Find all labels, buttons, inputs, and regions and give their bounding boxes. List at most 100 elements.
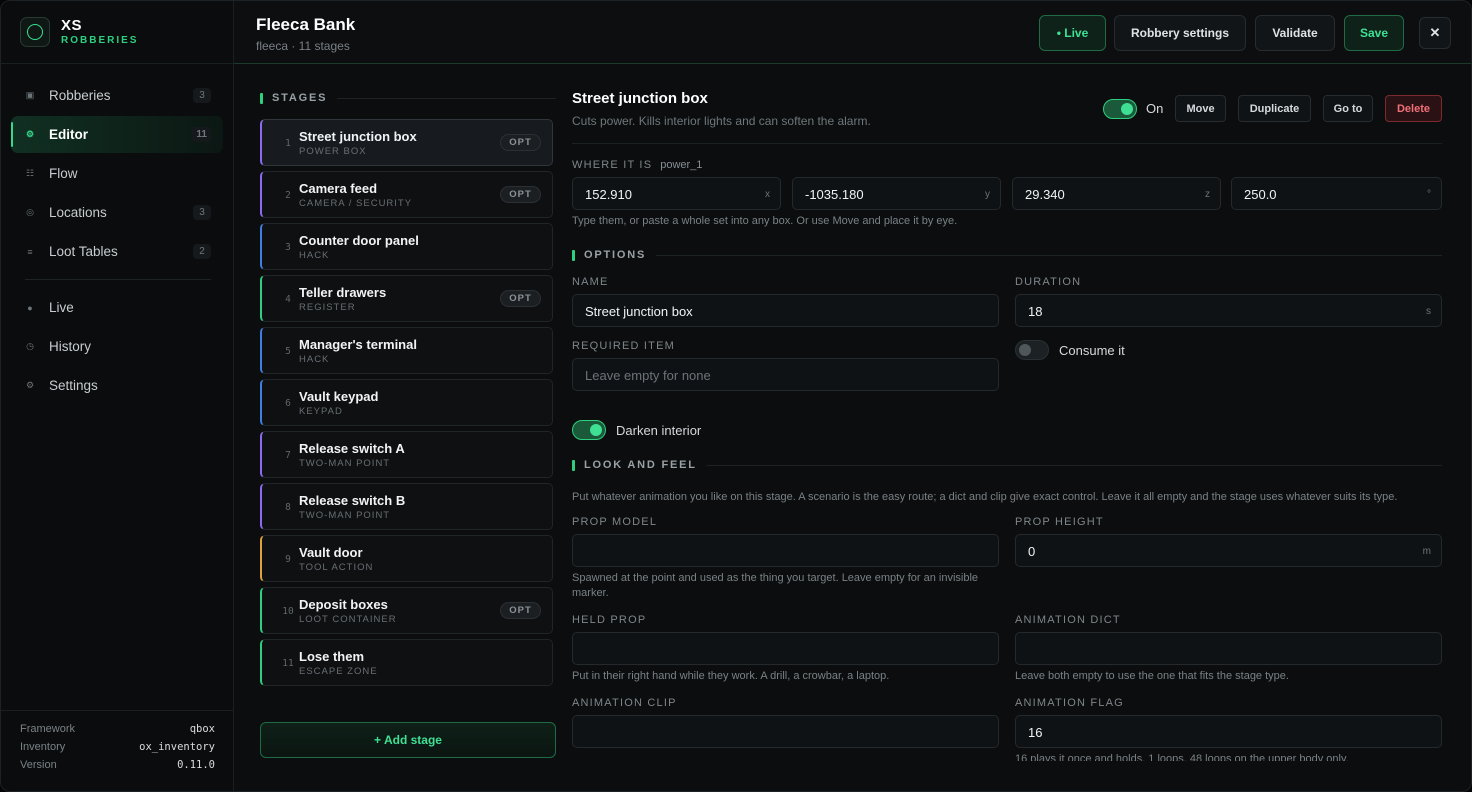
where-label: WHERE IT IS power_1 — [572, 159, 702, 171]
stage-item[interactable]: 3 Counter door panel HACK — [260, 223, 553, 270]
footer-row: Version 0.11.0 — [20, 759, 215, 777]
live-button[interactable]: • Live — [1039, 15, 1106, 51]
section-label: STAGES — [272, 92, 328, 104]
sidebar-item-loot-tables[interactable]: ≡ Loot Tables 2 — [11, 233, 223, 270]
anim-flag-input[interactable]: 16 — [1015, 715, 1442, 748]
consume-toggle[interactable] — [1015, 340, 1049, 360]
stage-number: 8 — [285, 502, 291, 513]
required-item-input[interactable]: Leave empty for none — [572, 358, 999, 391]
stage-item[interactable]: 9 Vault door TOOL ACTION — [260, 535, 553, 582]
stage-detail: Street junction box Cuts power. Kills in… — [572, 81, 1442, 761]
stage-number: 11 — [282, 658, 294, 669]
sidebar-item-locations[interactable]: ◎ Locations 3 — [11, 194, 223, 231]
duplicate-button[interactable]: Duplicate — [1238, 95, 1311, 122]
sidebar-item-live[interactable]: ● Live — [11, 289, 223, 326]
count-badge: 3 — [193, 205, 211, 220]
sidebar-item-label: Editor — [49, 127, 88, 142]
coord-unit: x — [765, 189, 770, 200]
stage-name: Release switch B — [299, 493, 406, 508]
stage-item[interactable]: 4 Teller drawers REGISTER OPT — [260, 275, 553, 322]
prop-model-input[interactable] — [572, 534, 999, 567]
stage-name: Counter door panel — [299, 233, 419, 248]
stage-item[interactable]: 1 Street junction box POWER BOX OPT — [260, 119, 553, 166]
goto-button[interactable]: Go to — [1323, 95, 1373, 122]
stage-type: LOOT CONTAINER — [299, 614, 397, 625]
coords-hint: Type them, or paste a whole set into any… — [572, 215, 958, 227]
prop-model-hint: Spawned at the point and used as the thi… — [572, 572, 979, 599]
required-item-label: REQUIRED ITEM — [572, 340, 675, 352]
name-input[interactable]: Street junction box — [572, 294, 999, 327]
stage-item[interactable]: 5 Manager's terminal HACK — [260, 327, 553, 374]
brand-subtitle: ROBBERIES — [61, 35, 139, 46]
held-prop-hint: Put in their right hand while they work.… — [572, 670, 890, 682]
sidebar-item-editor[interactable]: ⚙ Editor 11 — [11, 116, 223, 153]
footer-label: Framework — [20, 723, 76, 735]
anim-dict-input[interactable] — [1015, 632, 1442, 665]
stage-type: REGISTER — [299, 302, 356, 313]
stage-number: 9 — [285, 554, 291, 565]
section-accent — [572, 459, 575, 471]
sidebar-item-robberies[interactable]: ▣ Robberies 3 — [11, 77, 223, 114]
stage-name: Camera feed — [299, 181, 378, 196]
held-prop-input[interactable] — [572, 632, 999, 665]
move-button[interactable]: Move — [1175, 95, 1226, 122]
duration-input[interactable]: 18 s — [1015, 294, 1442, 327]
stage-item[interactable]: 8 Release switch B TWO-MAN POINT — [260, 483, 553, 530]
page-header: Fleeca Bank fleeca · 11 stages • Live Ro… — [234, 1, 1471, 64]
stage-item[interactable]: 10 Deposit boxes LOOT CONTAINER OPT — [260, 587, 553, 634]
sidebar-item-flow[interactable]: ☷ Flow — [11, 155, 223, 192]
sidebar-item-history[interactable]: ◷ History — [11, 328, 223, 365]
enabled-toggle[interactable] — [1103, 99, 1137, 119]
heading-input[interactable]: 250.0 ° — [1231, 177, 1442, 210]
footer-row: Inventory ox_inventory — [20, 741, 215, 759]
coord-y-input[interactable]: -1035.180 y — [792, 177, 1001, 210]
footer-label: Version — [20, 759, 57, 771]
footer-value: 0.11.0 — [177, 759, 215, 771]
stage-number: 7 — [285, 450, 291, 461]
stage-item[interactable]: 11 Lose them ESCAPE ZONE — [260, 639, 553, 686]
close-icon[interactable]: ✕ — [1419, 17, 1451, 49]
anim-flag-hint: 16 plays it once and holds, 1 loops, 48 … — [1015, 753, 1349, 761]
coord-z-input[interactable]: 29.340 z — [1012, 177, 1221, 210]
sidebar-footer: Framework qbox Inventory ox_inventory Ve… — [1, 710, 233, 791]
robbery-settings-button[interactable]: Robbery settings — [1114, 15, 1246, 51]
delete-button[interactable]: Delete — [1385, 95, 1442, 122]
where-label-text: WHERE IT IS — [572, 159, 653, 171]
stage-type: HACK — [299, 354, 330, 365]
duration-label: DURATION — [1015, 276, 1082, 288]
save-button[interactable]: Save — [1344, 15, 1404, 51]
stage-description: Cuts power. Kills interior lights and ca… — [572, 114, 871, 128]
darken-interior-toggle[interactable] — [572, 420, 606, 440]
validate-button[interactable]: Validate — [1255, 15, 1335, 51]
coord-unit: y — [985, 189, 990, 200]
anim-flag-label: ANIMATION FLAG — [1015, 697, 1124, 709]
dot-icon: ● — [27, 302, 33, 313]
footer-label: Inventory — [20, 741, 66, 753]
prop-height-value: 0 — [1028, 544, 1036, 559]
consume-label: Consume it — [1059, 343, 1125, 358]
coord-x-input[interactable]: 152.910 x — [572, 177, 781, 210]
stage-name: Teller drawers — [299, 285, 387, 300]
required-item-placeholder: Leave empty for none — [585, 368, 711, 383]
prop-height-input[interactable]: 0 m — [1015, 534, 1442, 567]
anim-flag-value: 16 — [1028, 725, 1043, 740]
stage-item[interactable]: 7 Release switch A TWO-MAN POINT — [260, 431, 553, 478]
coord-value: 29.340 — [1025, 187, 1065, 202]
sidebar-item-settings[interactable]: ⚙ Settings — [11, 367, 223, 404]
section-accent — [260, 92, 263, 104]
enabled-label: On — [1146, 101, 1164, 116]
stage-item[interactable]: 2 Camera feed CAMERA / SECURITY OPT — [260, 171, 553, 218]
stage-name: Deposit boxes — [299, 597, 388, 612]
stage-name: Vault keypad — [299, 389, 379, 404]
stage-number: 5 — [285, 346, 291, 357]
anim-clip-input[interactable] — [572, 715, 999, 748]
coord-value: 152.910 — [585, 187, 632, 202]
cog-icon: ⚙ — [25, 380, 35, 390]
add-stage-button[interactable]: + Add stage — [260, 722, 556, 758]
anim-dict-hint: Leave both empty to use the one that fit… — [1015, 670, 1289, 682]
sidebar-item-label: Flow — [49, 166, 78, 181]
stage-item[interactable]: 6 Vault keypad KEYPAD — [260, 379, 553, 426]
stage-number: 1 — [285, 138, 291, 149]
name-value: Street junction box — [585, 304, 693, 319]
coord-value: -1035.180 — [805, 187, 864, 202]
